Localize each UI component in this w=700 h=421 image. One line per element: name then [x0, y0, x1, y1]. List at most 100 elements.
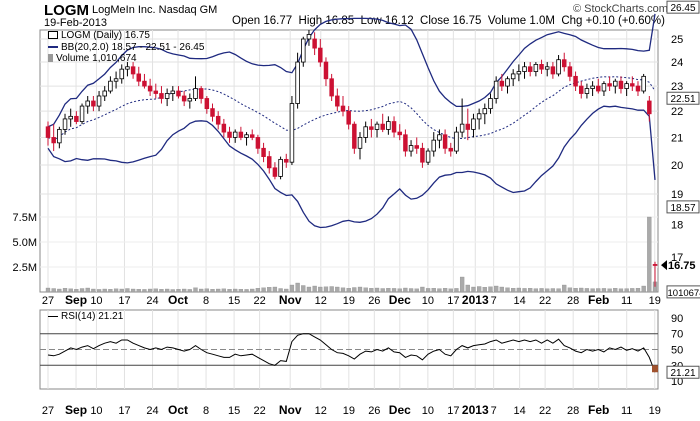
- candle-body: [431, 139, 437, 152]
- candle-body: [363, 126, 368, 138]
- price-axis-label: 23: [671, 81, 683, 93]
- volume-bar: [573, 288, 578, 293]
- candle-body: [147, 85, 153, 92]
- volume-bar: [596, 288, 601, 293]
- candle-body: [266, 156, 272, 169]
- candle-body: [210, 108, 215, 117]
- candle-body: [346, 110, 351, 125]
- date-axis-label-lower: 27: [42, 405, 54, 417]
- rsi-axis-label: 70: [671, 329, 683, 341]
- candle-body: [550, 66, 556, 75]
- candle-body: [403, 134, 408, 152]
- volume-bar: [459, 276, 465, 293]
- candle-body: [647, 100, 652, 115]
- volume-bar: [346, 288, 351, 293]
- date-axis-label-lower: 17: [118, 405, 130, 417]
- volume-bar: [579, 287, 584, 293]
- date-axis-label-upper: Feb: [588, 293, 609, 307]
- volume-bar: [613, 288, 618, 293]
- date-axis-label-upper: 14: [514, 295, 526, 307]
- volume-bar: [425, 288, 431, 293]
- legend-volume: Volume 1,010,674: [48, 53, 137, 64]
- volume-bar: [68, 288, 73, 293]
- volume-bar: [635, 288, 641, 293]
- candle-body: [476, 113, 482, 120]
- candle-body: [318, 47, 323, 63]
- date-axis-label-upper: 22: [253, 295, 265, 307]
- volume-bar: [102, 288, 107, 293]
- volume-bar: [431, 288, 436, 293]
- volume-marker-label: 1010674: [668, 288, 700, 299]
- candle-body: [527, 66, 533, 72]
- candle-body: [91, 100, 96, 107]
- volume-bar: [182, 288, 187, 293]
- candle-body: [499, 80, 505, 87]
- candle-body: [272, 167, 278, 177]
- candle-body: [340, 105, 346, 112]
- candle-body: [278, 158, 283, 177]
- rsi-marker-label: 21.21: [670, 368, 695, 379]
- candle-body: [465, 123, 471, 130]
- price-axis-label: 18: [671, 219, 683, 231]
- volume-bar: [125, 288, 130, 293]
- rsi-line: [47, 333, 656, 373]
- candle-body: [442, 134, 448, 149]
- volume-bar: [516, 287, 521, 293]
- volume-bar: [295, 282, 300, 293]
- date-axis-label-upper: 7: [491, 295, 497, 307]
- volume-bar: [408, 288, 414, 293]
- candle-body: [261, 147, 266, 157]
- date-axis-label-lower: 19: [649, 405, 661, 417]
- candle-body: [618, 80, 624, 89]
- volume-bar: [647, 216, 652, 293]
- legend-bb-swatch: [48, 46, 58, 49]
- volume-bar: [567, 287, 573, 293]
- volume-bar: [528, 288, 533, 293]
- candle-body: [108, 80, 113, 92]
- volume-bar: [238, 289, 244, 293]
- candle-body: [181, 95, 187, 102]
- candle-body: [505, 78, 510, 87]
- volume-bar: [397, 288, 402, 293]
- date-axis-label-upper: 24: [146, 295, 158, 307]
- candle-body: [170, 90, 176, 94]
- volume-bar: [499, 286, 504, 293]
- volume-bar: [601, 288, 607, 293]
- volume-bar: [176, 289, 181, 293]
- candle-body: [510, 73, 516, 80]
- legend-rsi-label: RSI(14) 21.21: [61, 311, 124, 322]
- candle-body: [198, 88, 204, 99]
- candle-body: [482, 108, 488, 115]
- candle-body: [312, 38, 317, 49]
- candle-body: [215, 115, 221, 125]
- candle-body: [544, 66, 550, 70]
- price-marker-label: 26.45: [670, 3, 695, 14]
- candle-body: [142, 80, 147, 87]
- date-axis-label-lower: Dec: [389, 403, 411, 417]
- volume-bar: [221, 288, 226, 293]
- date-axis-label-upper: 8: [203, 295, 209, 307]
- date-axis-label-upper: 10: [422, 295, 434, 307]
- candle-body: [136, 73, 142, 82]
- candle-body: [471, 118, 476, 130]
- candle-body: [176, 90, 181, 97]
- candle-body: [493, 80, 499, 99]
- date-axis-label-upper: 11: [621, 295, 632, 307]
- candle-body: [408, 145, 414, 152]
- date-axis-label-lower: Feb: [588, 403, 609, 417]
- price-axis-label: 20: [671, 160, 683, 172]
- bollinger-lower-line: [47, 105, 656, 229]
- volume-bar: [261, 287, 266, 293]
- volume-bar: [312, 285, 317, 293]
- volume-bar: [216, 288, 221, 293]
- date-axis-label-lower: 2013: [462, 403, 489, 417]
- volume-bar: [556, 288, 561, 293]
- candle-body: [380, 123, 385, 130]
- candle-body: [374, 123, 380, 130]
- volume-bar: [199, 288, 204, 293]
- candle-body: [488, 98, 493, 110]
- candle-body: [193, 88, 198, 99]
- volume-bar: [357, 286, 363, 293]
- volume-bar: [369, 288, 374, 293]
- volume-bar: [193, 287, 198, 293]
